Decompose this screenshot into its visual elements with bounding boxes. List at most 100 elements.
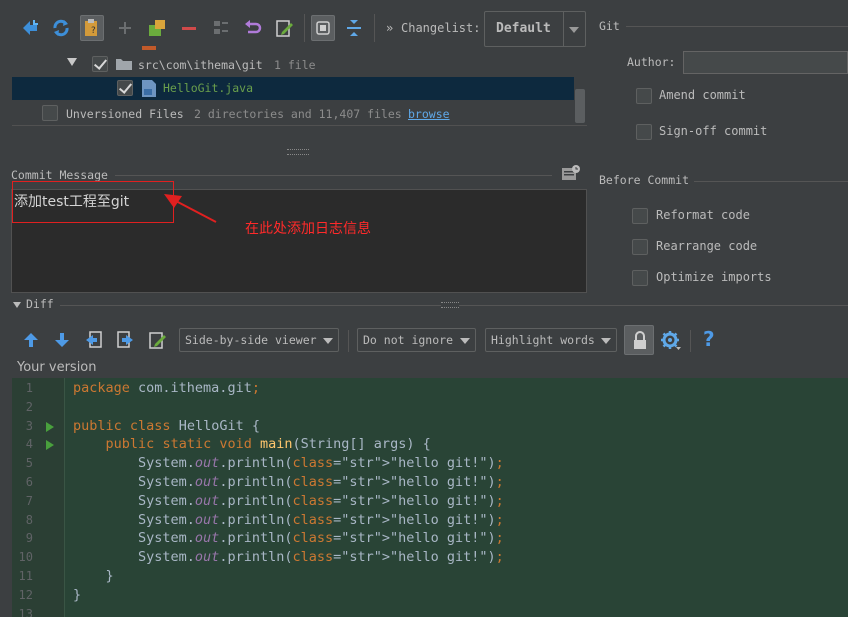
arrow-up-icon[interactable] — [22, 331, 40, 349]
diff-header[interactable]: Diff — [0, 297, 848, 313]
splitter-grip[interactable] — [287, 149, 309, 155]
chevron-down-icon[interactable] — [67, 58, 77, 66]
line-number: 4 — [25, 437, 33, 452]
annotation-arrow-icon — [164, 194, 217, 223]
code-line: 11 } — [0, 567, 848, 586]
code-text: System.out.println(class="str">"hello gi… — [73, 492, 504, 509]
viewer-value: Side-by-side viewer — [185, 333, 317, 347]
list-icon — [209, 15, 233, 41]
gear-icon[interactable] — [660, 330, 682, 352]
java-file-icon — [142, 80, 156, 97]
tree-scrollbar[interactable] — [575, 52, 585, 124]
remove-icon[interactable] — [177, 15, 201, 41]
highlight-dropdown[interactable]: Highlight words — [485, 328, 617, 352]
edit-icon[interactable] — [272, 15, 296, 41]
reformat-label: Reformat code — [656, 208, 750, 222]
refresh-icon[interactable] — [49, 15, 73, 41]
help-icon[interactable]: ? — [703, 327, 715, 351]
ignore-dropdown[interactable]: Do not ignore — [357, 328, 476, 352]
git-panel: Git Author: Amend commit Sign-off commit… — [590, 0, 848, 300]
arrow-down-icon[interactable] — [53, 331, 71, 349]
folder-count: 1 file — [274, 58, 316, 72]
line-number: 5 — [25, 456, 33, 471]
line-number: 9 — [25, 531, 33, 546]
code-text: System.out.println(class="str">"hello gi… — [73, 549, 504, 566]
code-text: } — [73, 568, 114, 584]
code-text: } — [73, 586, 82, 603]
file-name: HelloGit.java — [163, 81, 254, 95]
rearrange-checkbox[interactable] — [632, 239, 648, 255]
line-number: 8 — [25, 512, 33, 527]
group-icon[interactable]: ? — [80, 15, 104, 41]
expand-icon[interactable] — [311, 15, 335, 41]
line-number: 6 — [25, 475, 33, 489]
code-text: System.out.println(class="str">"hello gi… — [73, 455, 504, 472]
lock-button[interactable] — [624, 325, 654, 355]
code-text: System.out.println(class="str">"hello gi… — [73, 530, 504, 547]
browse-link[interactable]: browse — [408, 107, 450, 121]
unversioned-checkbox[interactable] — [42, 105, 58, 121]
changelist-label: Changelist: — [401, 21, 481, 35]
changelist-dropdown[interactable]: Default — [484, 11, 586, 47]
edit-source-icon[interactable] — [148, 330, 168, 350]
code-line: 9 System.out.println(class="str">"hello … — [0, 529, 848, 548]
code-line: 4 public static void main(String[] args)… — [0, 435, 848, 454]
code-line: 6 System.out.println(class="str">"hello … — [0, 473, 848, 492]
code-line: 12} — [0, 586, 848, 605]
author-input[interactable] — [683, 51, 848, 74]
code-text: public class HelloGit { — [73, 417, 260, 434]
version-label: Your version — [17, 360, 97, 375]
lock-icon — [634, 331, 646, 349]
chevron-down-icon — [460, 338, 470, 344]
prev-file-icon[interactable] — [84, 330, 104, 350]
viewer-dropdown[interactable]: Side-by-side viewer — [179, 328, 339, 352]
signoff-checkbox[interactable] — [636, 124, 652, 140]
annotation-text: 在此处添加日志信息 — [245, 221, 371, 237]
optimize-label: Optimize imports — [656, 270, 772, 284]
diff-icon[interactable] — [18, 15, 42, 41]
code-text: System.out.println(class="str">"hello gi… — [73, 511, 504, 528]
run-icon[interactable] — [46, 440, 54, 451]
line-number: 13 — [18, 606, 33, 617]
svg-text:?: ? — [91, 26, 96, 36]
unversioned-info: 2 directories and 11,407 files — [194, 107, 402, 121]
reformat-checkbox[interactable] — [632, 208, 648, 224]
amend-label: Amend commit — [659, 88, 746, 102]
collapse-icon[interactable] — [342, 15, 366, 41]
before-commit-title: Before Commit — [599, 173, 690, 187]
move-icon[interactable] — [145, 15, 169, 41]
chevron-down-icon — [323, 338, 333, 344]
next-file-icon[interactable] — [115, 330, 135, 350]
line-number: 1 — [25, 381, 33, 395]
code-line: 8 System.out.println(class="str">"hello … — [0, 511, 848, 530]
diff-splitter-grip[interactable] — [441, 302, 459, 308]
folder-path: src\com\ithema\git — [138, 58, 263, 72]
undo-icon[interactable] — [240, 15, 264, 41]
code-line: 13 — [0, 605, 848, 617]
code-editor[interactable]: 1 package com.ithema.git; 2 3 public class H… — [12, 378, 848, 617]
run-icon[interactable] — [46, 421, 54, 432]
code-text: System.out.println(class="str">"hello gi… — [73, 474, 504, 490]
file-checkbox[interactable] — [117, 80, 133, 96]
folder-checkbox[interactable] — [92, 56, 108, 72]
ignore-value: Do not ignore — [363, 333, 454, 347]
git-title: Git — [599, 19, 620, 33]
line-number: 2 — [25, 399, 33, 414]
signoff-label: Sign-off commit — [659, 124, 768, 138]
author-label: Author: — [627, 55, 676, 69]
line-number: 10 — [18, 550, 33, 565]
highlight-box — [12, 181, 174, 223]
commit-message-label: Commit Message — [11, 168, 108, 182]
line-number: 7 — [25, 493, 33, 508]
code-line: 5 System.out.println(class="str">"hello … — [0, 454, 848, 473]
chevron-down-icon — [13, 302, 21, 308]
amend-checkbox[interactable] — [636, 88, 652, 104]
top-toolbar: ? » Changelist: Default — [0, 0, 590, 52]
file-row-selected[interactable]: HelloGit.java — [12, 77, 574, 100]
chevron-down-icon — [569, 27, 579, 33]
rearrange-label: Rearrange code — [656, 239, 758, 253]
history-icon[interactable] — [560, 164, 582, 184]
file-tree: src\com\ithema\git 1 file HelloGit.java … — [12, 46, 587, 126]
optimize-checkbox[interactable] — [632, 270, 648, 286]
changelist-arrows: » — [386, 21, 394, 35]
